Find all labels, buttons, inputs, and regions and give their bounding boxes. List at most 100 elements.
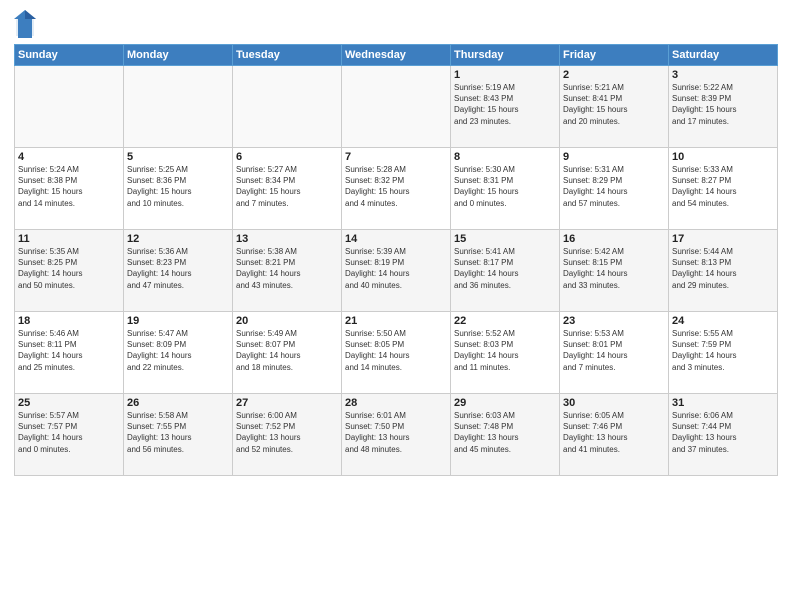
calendar-cell: 15Sunrise: 5:41 AM Sunset: 8:17 PM Dayli…	[451, 230, 560, 312]
day-info: Sunrise: 5:30 AM Sunset: 8:31 PM Dayligh…	[454, 164, 556, 209]
header-cell-saturday: Saturday	[669, 45, 778, 66]
calendar-cell: 26Sunrise: 5:58 AM Sunset: 7:55 PM Dayli…	[124, 394, 233, 476]
day-number: 2	[563, 69, 665, 81]
day-info: Sunrise: 5:58 AM Sunset: 7:55 PM Dayligh…	[127, 410, 229, 455]
calendar-cell: 7Sunrise: 5:28 AM Sunset: 8:32 PM Daylig…	[342, 148, 451, 230]
day-info: Sunrise: 6:05 AM Sunset: 7:46 PM Dayligh…	[563, 410, 665, 455]
day-info: Sunrise: 5:50 AM Sunset: 8:05 PM Dayligh…	[345, 328, 447, 373]
calendar-cell	[233, 66, 342, 148]
day-info: Sunrise: 6:03 AM Sunset: 7:48 PM Dayligh…	[454, 410, 556, 455]
day-info: Sunrise: 5:31 AM Sunset: 8:29 PM Dayligh…	[563, 164, 665, 209]
day-number: 14	[345, 233, 447, 245]
day-info: Sunrise: 5:27 AM Sunset: 8:34 PM Dayligh…	[236, 164, 338, 209]
day-number: 6	[236, 151, 338, 163]
day-number: 21	[345, 315, 447, 327]
day-number: 10	[672, 151, 774, 163]
calendar-table: SundayMondayTuesdayWednesdayThursdayFrid…	[14, 44, 778, 476]
day-number: 5	[127, 151, 229, 163]
calendar-cell	[124, 66, 233, 148]
day-info: Sunrise: 5:28 AM Sunset: 8:32 PM Dayligh…	[345, 164, 447, 209]
header-cell-wednesday: Wednesday	[342, 45, 451, 66]
day-info: Sunrise: 5:44 AM Sunset: 8:13 PM Dayligh…	[672, 246, 774, 291]
day-number: 31	[672, 397, 774, 409]
header-cell-sunday: Sunday	[15, 45, 124, 66]
calendar-body: 1Sunrise: 5:19 AM Sunset: 8:43 PM Daylig…	[15, 66, 778, 476]
calendar-cell: 9Sunrise: 5:31 AM Sunset: 8:29 PM Daylig…	[560, 148, 669, 230]
calendar-cell: 12Sunrise: 5:36 AM Sunset: 8:23 PM Dayli…	[124, 230, 233, 312]
day-info: Sunrise: 6:01 AM Sunset: 7:50 PM Dayligh…	[345, 410, 447, 455]
day-number: 12	[127, 233, 229, 245]
day-number: 26	[127, 397, 229, 409]
logo-icon	[14, 10, 36, 38]
calendar-cell: 8Sunrise: 5:30 AM Sunset: 8:31 PM Daylig…	[451, 148, 560, 230]
logo	[14, 10, 38, 38]
day-number: 13	[236, 233, 338, 245]
day-info: Sunrise: 5:24 AM Sunset: 8:38 PM Dayligh…	[18, 164, 120, 209]
day-number: 30	[563, 397, 665, 409]
calendar-cell: 28Sunrise: 6:01 AM Sunset: 7:50 PM Dayli…	[342, 394, 451, 476]
header-cell-monday: Monday	[124, 45, 233, 66]
week-row-3: 11Sunrise: 5:35 AM Sunset: 8:25 PM Dayli…	[15, 230, 778, 312]
day-info: Sunrise: 6:00 AM Sunset: 7:52 PM Dayligh…	[236, 410, 338, 455]
day-info: Sunrise: 5:21 AM Sunset: 8:41 PM Dayligh…	[563, 82, 665, 127]
calendar-header: SundayMondayTuesdayWednesdayThursdayFrid…	[15, 45, 778, 66]
week-row-2: 4Sunrise: 5:24 AM Sunset: 8:38 PM Daylig…	[15, 148, 778, 230]
calendar-cell: 27Sunrise: 6:00 AM Sunset: 7:52 PM Dayli…	[233, 394, 342, 476]
day-number: 4	[18, 151, 120, 163]
calendar-cell: 31Sunrise: 6:06 AM Sunset: 7:44 PM Dayli…	[669, 394, 778, 476]
day-number: 24	[672, 315, 774, 327]
calendar-cell: 22Sunrise: 5:52 AM Sunset: 8:03 PM Dayli…	[451, 312, 560, 394]
calendar-cell: 1Sunrise: 5:19 AM Sunset: 8:43 PM Daylig…	[451, 66, 560, 148]
day-number: 29	[454, 397, 556, 409]
header-row: SundayMondayTuesdayWednesdayThursdayFrid…	[15, 45, 778, 66]
day-number: 25	[18, 397, 120, 409]
day-number: 27	[236, 397, 338, 409]
day-info: Sunrise: 5:41 AM Sunset: 8:17 PM Dayligh…	[454, 246, 556, 291]
day-info: Sunrise: 5:52 AM Sunset: 8:03 PM Dayligh…	[454, 328, 556, 373]
calendar-cell: 4Sunrise: 5:24 AM Sunset: 8:38 PM Daylig…	[15, 148, 124, 230]
day-number: 23	[563, 315, 665, 327]
calendar-cell: 3Sunrise: 5:22 AM Sunset: 8:39 PM Daylig…	[669, 66, 778, 148]
calendar-cell: 30Sunrise: 6:05 AM Sunset: 7:46 PM Dayli…	[560, 394, 669, 476]
week-row-4: 18Sunrise: 5:46 AM Sunset: 8:11 PM Dayli…	[15, 312, 778, 394]
day-number: 16	[563, 233, 665, 245]
page-container: SundayMondayTuesdayWednesdayThursdayFrid…	[0, 0, 792, 612]
day-number: 3	[672, 69, 774, 81]
calendar-cell: 16Sunrise: 5:42 AM Sunset: 8:15 PM Dayli…	[560, 230, 669, 312]
day-info: Sunrise: 5:42 AM Sunset: 8:15 PM Dayligh…	[563, 246, 665, 291]
header-cell-tuesday: Tuesday	[233, 45, 342, 66]
day-info: Sunrise: 5:22 AM Sunset: 8:39 PM Dayligh…	[672, 82, 774, 127]
day-info: Sunrise: 5:25 AM Sunset: 8:36 PM Dayligh…	[127, 164, 229, 209]
calendar-cell	[342, 66, 451, 148]
calendar-cell: 11Sunrise: 5:35 AM Sunset: 8:25 PM Dayli…	[15, 230, 124, 312]
calendar-cell: 23Sunrise: 5:53 AM Sunset: 8:01 PM Dayli…	[560, 312, 669, 394]
week-row-1: 1Sunrise: 5:19 AM Sunset: 8:43 PM Daylig…	[15, 66, 778, 148]
day-info: Sunrise: 5:47 AM Sunset: 8:09 PM Dayligh…	[127, 328, 229, 373]
calendar-cell: 6Sunrise: 5:27 AM Sunset: 8:34 PM Daylig…	[233, 148, 342, 230]
calendar-cell: 21Sunrise: 5:50 AM Sunset: 8:05 PM Dayli…	[342, 312, 451, 394]
day-number: 15	[454, 233, 556, 245]
calendar-cell: 29Sunrise: 6:03 AM Sunset: 7:48 PM Dayli…	[451, 394, 560, 476]
day-number: 28	[345, 397, 447, 409]
day-number: 17	[672, 233, 774, 245]
day-number: 18	[18, 315, 120, 327]
calendar-cell	[15, 66, 124, 148]
calendar-cell: 24Sunrise: 5:55 AM Sunset: 7:59 PM Dayli…	[669, 312, 778, 394]
day-info: Sunrise: 5:19 AM Sunset: 8:43 PM Dayligh…	[454, 82, 556, 127]
day-info: Sunrise: 5:57 AM Sunset: 7:57 PM Dayligh…	[18, 410, 120, 455]
week-row-5: 25Sunrise: 5:57 AM Sunset: 7:57 PM Dayli…	[15, 394, 778, 476]
calendar-cell: 18Sunrise: 5:46 AM Sunset: 8:11 PM Dayli…	[15, 312, 124, 394]
header	[14, 10, 778, 38]
day-number: 19	[127, 315, 229, 327]
calendar-cell: 19Sunrise: 5:47 AM Sunset: 8:09 PM Dayli…	[124, 312, 233, 394]
day-number: 8	[454, 151, 556, 163]
day-number: 1	[454, 69, 556, 81]
day-info: Sunrise: 5:33 AM Sunset: 8:27 PM Dayligh…	[672, 164, 774, 209]
calendar-cell: 14Sunrise: 5:39 AM Sunset: 8:19 PM Dayli…	[342, 230, 451, 312]
day-info: Sunrise: 6:06 AM Sunset: 7:44 PM Dayligh…	[672, 410, 774, 455]
header-cell-friday: Friday	[560, 45, 669, 66]
day-info: Sunrise: 5:35 AM Sunset: 8:25 PM Dayligh…	[18, 246, 120, 291]
day-number: 22	[454, 315, 556, 327]
day-info: Sunrise: 5:53 AM Sunset: 8:01 PM Dayligh…	[563, 328, 665, 373]
day-info: Sunrise: 5:55 AM Sunset: 7:59 PM Dayligh…	[672, 328, 774, 373]
